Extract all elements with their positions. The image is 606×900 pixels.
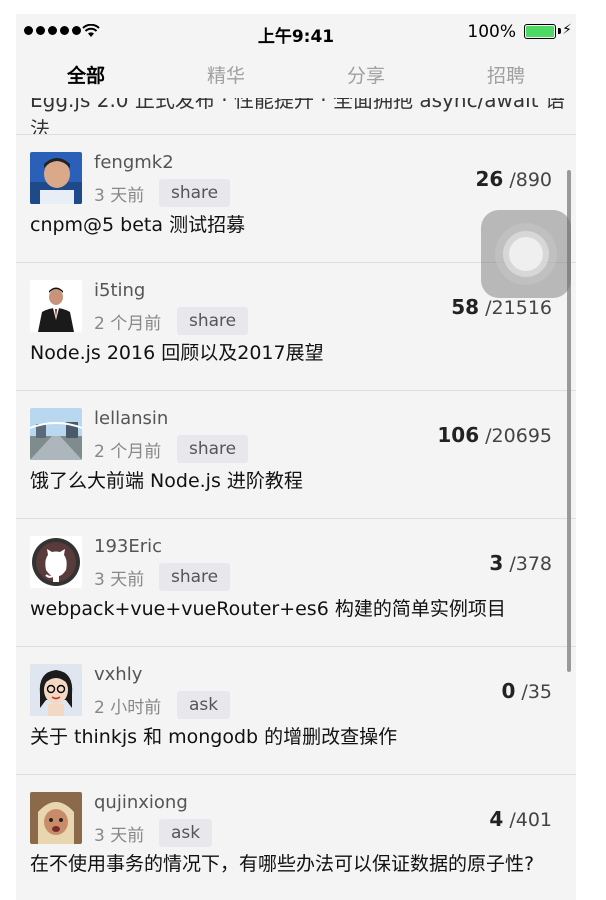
- avatar: [30, 664, 82, 716]
- reply-count: 0: [501, 679, 516, 703]
- topic-title[interactable]: Node.js 2016 回顾以及2017展望: [30, 341, 546, 365]
- topic-title[interactable]: 关于 thinkjs 和 mongodb 的增删改查操作: [30, 725, 546, 749]
- assistive-touch-button[interactable]: [481, 210, 571, 298]
- reply-count: 106: [437, 423, 480, 447]
- topic-author[interactable]: vxhly: [94, 664, 142, 685]
- topic-item[interactable]: 193Eric 3 天前 share 3 /378 webpack+vue+vu…: [16, 519, 576, 647]
- topic-tag: share: [177, 307, 249, 335]
- tab-good[interactable]: 精华: [156, 54, 296, 98]
- topic-title[interactable]: cnpm@5 beta 测试招募: [30, 213, 546, 237]
- topic-author[interactable]: 193Eric: [94, 536, 162, 557]
- topic-tag: share: [177, 435, 249, 463]
- tab-all[interactable]: 全部: [16, 54, 156, 98]
- visit-count: /890: [509, 169, 552, 191]
- visit-count: /35: [521, 681, 552, 703]
- topic-time: 3 天前: [94, 186, 145, 206]
- topic-title[interactable]: webpack+vue+vueRouter+es6 构建的简单实例项目: [30, 597, 546, 621]
- avatar: [30, 152, 82, 204]
- topic-author[interactable]: lellansin: [94, 408, 168, 429]
- battery-cap: [558, 28, 561, 34]
- reply-count: 4: [489, 807, 504, 831]
- phone-screen: 上午9:41 100% ⚡ 全部 精华 分享 招聘 Egg.js 2.0 正式发…: [16, 14, 576, 900]
- partial-item-title: Egg.js 2.0 正式发布 · 性能提升 · 全面拥抱 async/awai…: [30, 98, 565, 135]
- topic-tag: share: [159, 179, 231, 207]
- topic-tag: ask: [177, 691, 231, 719]
- avatar: [30, 792, 82, 844]
- topic-time: 2 小时前: [94, 698, 162, 718]
- topic-author[interactable]: i5ting: [94, 280, 145, 301]
- visit-count: /378: [509, 553, 552, 575]
- topic-title[interactable]: 在不使用事务的情况下，有哪些办法可以保证数据的原子性?: [30, 853, 546, 875]
- topic-title[interactable]: 饿了么大前端 Node.js 进阶教程: [30, 469, 546, 493]
- topic-counts: 58 /21516: [451, 295, 552, 319]
- battery-percent: 100%: [467, 22, 516, 42]
- reply-count: 3: [489, 551, 504, 575]
- reply-count: 58: [451, 295, 480, 319]
- topic-counts: 26 /890: [475, 167, 552, 191]
- tab-job[interactable]: 招聘: [436, 54, 576, 98]
- visit-count: /21516: [485, 297, 552, 319]
- topic-item[interactable]: qujinxiong 3 天前 ask 4 /401 在不使用事务的情况下，有哪…: [16, 775, 576, 900]
- visit-count: /401: [509, 809, 552, 831]
- topic-counts: 3 /378: [489, 551, 552, 575]
- topic-counts: 106 /20695: [437, 423, 552, 447]
- topic-tag: ask: [159, 819, 213, 847]
- topic-counts: 4 /401: [489, 807, 552, 831]
- battery-icon: [524, 24, 556, 39]
- partial-list-item[interactable]: Egg.js 2.0 正式发布 · 性能提升 · 全面拥抱 async/awai…: [16, 98, 576, 135]
- avatar: [30, 280, 82, 332]
- avatar: [30, 408, 82, 460]
- visit-count: /20695: [485, 425, 552, 447]
- topic-time: 2 个月前: [94, 314, 162, 334]
- tab-share[interactable]: 分享: [296, 54, 436, 98]
- topic-counts: 0 /35: [501, 679, 552, 703]
- topic-tag: share: [159, 563, 231, 591]
- topic-item[interactable]: vxhly 2 小时前 ask 0 /35 关于 thinkjs 和 mongo…: [16, 647, 576, 775]
- topic-author[interactable]: qujinxiong: [94, 792, 188, 813]
- topic-item[interactable]: lellansin 2 个月前 share 106 /20695 饿了么大前端 …: [16, 391, 576, 519]
- tab-bar: 全部 精华 分享 招聘: [16, 54, 576, 98]
- avatar: [30, 536, 82, 588]
- topic-time: 3 天前: [94, 570, 145, 590]
- reply-count: 26: [475, 167, 504, 191]
- topic-time: 3 天前: [94, 826, 145, 846]
- status-bar: 上午9:41 100% ⚡: [16, 14, 576, 50]
- charging-icon: ⚡: [562, 22, 572, 38]
- topic-author[interactable]: fengmk2: [94, 152, 174, 173]
- topic-time: 2 个月前: [94, 442, 162, 462]
